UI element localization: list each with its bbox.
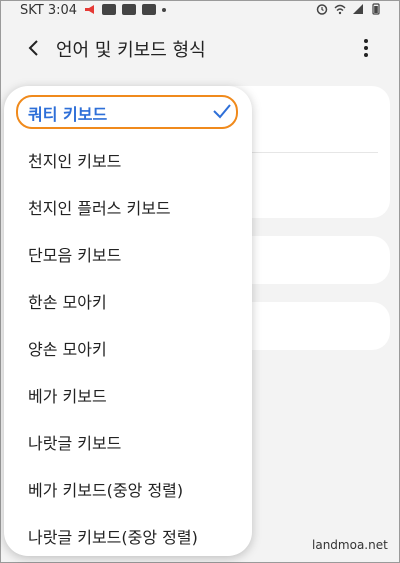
- option-label: 천지인 키보드: [28, 152, 122, 171]
- page-title: 언어 및 키보드 형식: [56, 40, 206, 61]
- status-bar: SKT 3:04: [0, 0, 400, 22]
- option-label: 양손 모아키: [28, 340, 107, 359]
- more-options-icon[interactable]: [356, 36, 376, 60]
- wifi-icon: [334, 4, 346, 15]
- keyboard-option-cheonjiin-plus[interactable]: 천지인 플러스 키보드: [4, 182, 252, 229]
- notification-icons: [84, 4, 166, 15]
- keyboard-option-vega[interactable]: 베가 키보드: [4, 370, 252, 417]
- option-label: 천지인 플러스 키보드: [28, 199, 171, 218]
- keyboard-option-single-vowel[interactable]: 단모음 키보드: [4, 229, 252, 276]
- keyboard-option-naratgeul-centered[interactable]: 나랏글 키보드(중앙 정렬): [4, 511, 252, 558]
- message-icon: [102, 4, 116, 15]
- app-bar: 언어 및 키보드 형식: [0, 28, 400, 68]
- option-label: 쿼티 키보드: [28, 105, 108, 124]
- option-label: 단모음 키보드: [28, 246, 122, 265]
- keyboard-option-two-hand-moakey[interactable]: 양손 모아키: [4, 323, 252, 370]
- signal-icon: [353, 4, 363, 14]
- settings-divider: [252, 152, 378, 153]
- battery-icon: [372, 3, 380, 15]
- option-label: 베가 키보드: [28, 387, 107, 406]
- option-label: 베가 키보드(중앙 정렬): [28, 481, 184, 500]
- option-label: 한손 모아키: [28, 293, 107, 312]
- mail-icon: [122, 4, 136, 15]
- keyboard-type-dropdown: 쿼티 키보드 천지인 키보드 천지인 플러스 키보드 단모음 키보드 한손 모아…: [4, 86, 252, 556]
- more-notifications-dot-icon: [162, 7, 166, 12]
- card-icon: [142, 4, 156, 15]
- keyboard-option-qwerty[interactable]: 쿼티 키보드: [4, 88, 252, 135]
- keyboard-option-cheonjiin[interactable]: 천지인 키보드: [4, 135, 252, 182]
- keyboard-option-naratgeul[interactable]: 나랏글 키보드: [4, 417, 252, 464]
- option-label: 나랏글 키보드(중앙 정렬): [28, 528, 198, 547]
- keyboard-option-one-hand-moakey[interactable]: 한손 모아키: [4, 276, 252, 323]
- carrier-time: SKT 3:04: [20, 3, 78, 18]
- keyboard-option-vega-centered[interactable]: 베가 키보드(중앙 정렬): [4, 464, 252, 511]
- megaphone-icon: [85, 5, 94, 14]
- alarm-icon: [316, 4, 328, 15]
- checkmark-icon: [213, 104, 231, 119]
- option-label: 나랏글 키보드: [28, 434, 122, 453]
- watermark: landmoa.net: [312, 538, 388, 552]
- system-icons: [316, 3, 382, 15]
- back-arrow-icon[interactable]: [22, 36, 46, 60]
